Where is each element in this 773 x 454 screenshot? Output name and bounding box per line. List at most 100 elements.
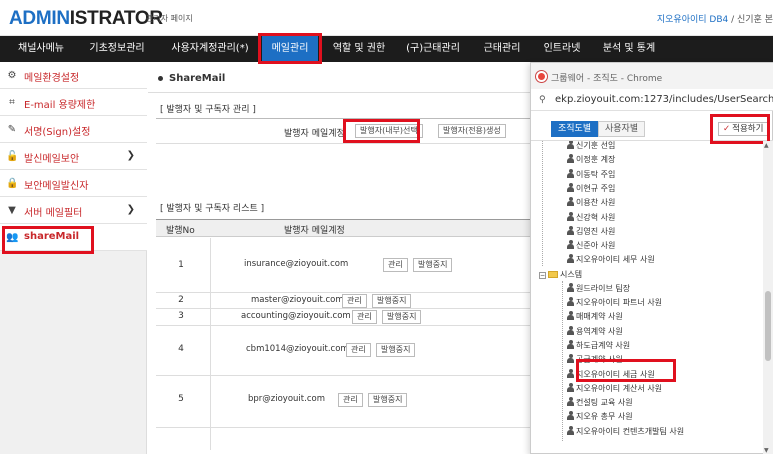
tree-scrollbar[interactable]: ▲ ▼ (763, 141, 773, 454)
tree-person[interactable]: 원드라이브 팀장 (567, 282, 630, 296)
section-label-manage: [ 발행자 및 구독자 관리 ] (160, 105, 256, 115)
chrome-icon (536, 71, 547, 82)
sidebar-item-server-filter[interactable]: ▼ 서버 메일필터 ❯ (0, 197, 147, 224)
person-icon (567, 254, 574, 264)
nav-item-attendance[interactable]: 근태관리 (476, 36, 528, 62)
person-icon (567, 325, 574, 335)
tree-person[interactable]: 이정훈 계장 (567, 153, 615, 167)
org-chart-popup-window: 그룹웨어 - 조직도 - Chrome ⚲ ekp.zioyouit.com:1… (530, 62, 773, 454)
table-row: 4 cbm1014@zioyouit.com 관리 발행중지 (156, 326, 538, 376)
tree-person[interactable]: 신강혁 사원 (567, 211, 615, 225)
nav-item-old-attendance[interactable]: (구)근태관리 (400, 36, 466, 62)
person-icon (567, 197, 574, 207)
person-icon (567, 182, 574, 192)
create-dedicated-publisher-button[interactable]: 발행자(전용)생성 (438, 124, 506, 138)
publisher-form: 발행자 메일계정 발행자(내부)선택 발행자(전용)생성 (156, 118, 538, 144)
nav-item-basic-info[interactable]: 기초정보관리 (84, 36, 150, 62)
person-icon (567, 297, 574, 306)
tab-by-user[interactable]: 사용자별 (598, 121, 646, 137)
popup-title: 그룹웨어 - 조직도 - Chrome (551, 74, 663, 84)
person-icon (567, 154, 574, 164)
sidebar-item-sharemail[interactable]: 👥 shareMail (0, 224, 147, 251)
manage-button[interactable]: 관리 (346, 343, 371, 357)
tab-org-chart[interactable]: 조직도별 (551, 121, 599, 137)
person-icon (567, 354, 574, 364)
scroll-down-icon[interactable]: ▼ (764, 447, 769, 454)
tree-person[interactable]: 신준아 사원 (567, 239, 615, 253)
table-row: 1 insurance@zioyouit.com 관리 발행중지 (156, 238, 538, 293)
nav-item-intranet[interactable]: 인트라넷 (538, 36, 586, 62)
tree-person[interactable]: 매매계약 사원 (567, 310, 623, 324)
tree-person[interactable]: 이용찬 사원 (567, 196, 615, 210)
person-icon (567, 211, 574, 221)
sidebar-item-signature[interactable]: ✎ 서명(Sign)설정 (0, 116, 147, 143)
sidebar-item-outgoing-security[interactable]: 🔓 발신메일보안 ❯ (0, 143, 147, 170)
logo-subtitle: 관리자 페이지 (146, 14, 193, 23)
folder-icon (548, 270, 558, 278)
nav-item-channel-menu[interactable]: 채널사메뉴 (10, 36, 72, 62)
select-internal-publisher-button[interactable]: 발행자(내부)선택 (355, 124, 423, 138)
section-label-list: [ 발행자 및 구독자 리스트 ] (160, 204, 265, 214)
person-icon (567, 311, 574, 321)
gear-icon: ⚙ (7, 70, 17, 81)
nav-item-mail-management[interactable]: 메일관리 (262, 36, 318, 62)
stop-publishing-button[interactable]: 발행중지 (382, 310, 422, 324)
manage-button[interactable]: 관리 (352, 310, 377, 324)
tree-person[interactable]: 지오유아이티 파트너 사원 (567, 296, 662, 310)
person-icon (567, 339, 574, 349)
tree-person[interactable]: 지오유아이티 컨텐츠개발팀 사원 (567, 425, 684, 439)
app-header: ADMINISTRATOR 관리자 페이지 지오유아이티 DB4 / 신기훈 본 (0, 0, 773, 36)
person-icon (567, 240, 574, 250)
check-icon: ✓ (723, 124, 731, 134)
nav-item-analytics[interactable]: 분석 및 통계 (598, 36, 660, 62)
top-nav: 채널사메뉴 기초정보관리 사용자계정관리(*) 메일관리 역할 및 권한 (구)… (0, 36, 773, 62)
scroll-up-icon[interactable]: ▲ (764, 142, 769, 149)
sidebar-item-mail-settings[interactable]: ⚙ 메일환경설정 (0, 62, 147, 89)
collapse-icon[interactable]: − (539, 271, 546, 279)
stop-publishing-button[interactable]: 발행중지 (372, 294, 412, 308)
tree-person[interactable]: 공급계약 사원 (567, 353, 623, 367)
tree-person[interactable]: 이동탁 주임 (567, 168, 615, 182)
person-icon (567, 397, 574, 407)
tree-person[interactable]: 신기훈 선임 (567, 141, 615, 153)
tree-person[interactable]: 이현규 주임 (567, 182, 615, 196)
manage-button[interactable]: 관리 (383, 258, 408, 272)
apply-button[interactable]: ✓ 적용하기 (718, 122, 769, 136)
popup-tabs: 조직도별 사용자별 ✓ 적용하기 (531, 111, 773, 141)
column-header-no: 발행No (166, 226, 195, 236)
column-header-account: 발행자 메일계정 (284, 226, 345, 236)
person-icon (567, 168, 574, 178)
manage-button[interactable]: 관리 (342, 294, 367, 308)
sidebar-item-secure-sender[interactable]: 🔒 보안메일발신자 (0, 170, 147, 197)
sidebar-item-mail-quota[interactable]: ⌗ E-mail 용량제한 (0, 89, 147, 116)
org-tree: 신기훈 선임 이정훈 계장 이동탁 주임 이현규 주임 이용찬 사원 신강혁 사원 김영진 … (531, 141, 763, 454)
filter-icon: ▼ (8, 205, 16, 216)
table-row: 5 bpr@zioyouit.com 관리 발행중지 (156, 376, 538, 428)
tree-person[interactable]: 지오유 총무 사원 (567, 410, 633, 424)
unlock-icon: 🔓 (6, 151, 19, 162)
app-logo[interactable]: ADMINISTRATOR (9, 8, 163, 30)
user-info[interactable]: 지오유아이티 DB4 / 신기훈 본 (657, 12, 773, 25)
stop-publishing-button[interactable]: 발행중지 (368, 393, 408, 407)
tree-person[interactable]: 김영진 사원 (567, 225, 615, 239)
stop-publishing-button[interactable]: 발행중지 (413, 258, 453, 272)
tree-person[interactable]: 컨설팅 교육 사원 (567, 396, 633, 410)
nav-item-roles-permissions[interactable]: 역할 및 권한 (326, 36, 392, 62)
tree-person[interactable]: 지오유아이티 세금 사원 (567, 368, 655, 382)
crop-icon: ⌗ (9, 97, 15, 108)
popup-titlebar[interactable]: 그룹웨어 - 조직도 - Chrome (531, 63, 773, 89)
tree-folder[interactable]: − 시스템 (539, 268, 582, 282)
manage-button[interactable]: 관리 (338, 393, 363, 407)
users-icon: 👥 (6, 232, 19, 243)
nav-item-user-accounts[interactable]: 사용자계정관리(*) (164, 36, 256, 62)
stop-publishing-button[interactable]: 발행중지 (376, 343, 416, 357)
tree-person[interactable]: 하도급계약 사원 (567, 339, 630, 353)
tree-person[interactable]: 용역계약 사원 (567, 325, 623, 339)
page-title: ShareMail (158, 73, 225, 84)
tree-person[interactable]: 지오유아이티 세무 사원 (567, 253, 655, 267)
tree-person[interactable]: 지오유아이티 계산서 사원 (567, 382, 662, 396)
person-icon (567, 382, 574, 392)
scroll-thumb[interactable] (765, 291, 771, 361)
popup-urlbar[interactable]: ⚲ ekp.zioyouit.com:1273/includes/UserSea… (531, 89, 773, 111)
main-content: ShareMail [ 발행자 및 구독자 관리 ] 발행자 메일계정 발행자(… (148, 62, 538, 454)
